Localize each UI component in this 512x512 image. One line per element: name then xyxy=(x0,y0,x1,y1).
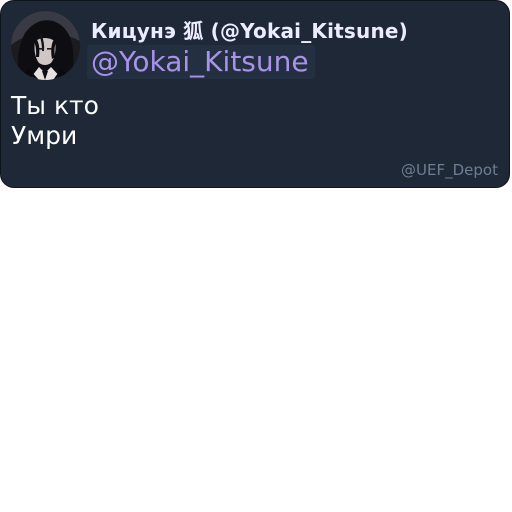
message-body: Ты кто Умри xyxy=(11,91,99,151)
quote-card: Кицунэ 狐 (@Yokai_Kitsune) @Yokai_Kitsune… xyxy=(0,0,510,188)
avatar[interactable] xyxy=(11,11,80,80)
message-line: Умри xyxy=(11,121,78,150)
message-line: Ты кто xyxy=(11,91,99,120)
user-mention[interactable]: @Yokai_Kitsune xyxy=(87,45,315,79)
display-name[interactable]: Кицунэ 狐 (@Yokai_Kitsune) xyxy=(91,15,408,44)
avatar-image xyxy=(11,11,80,80)
watermark: @UEF_Depot xyxy=(401,161,498,179)
